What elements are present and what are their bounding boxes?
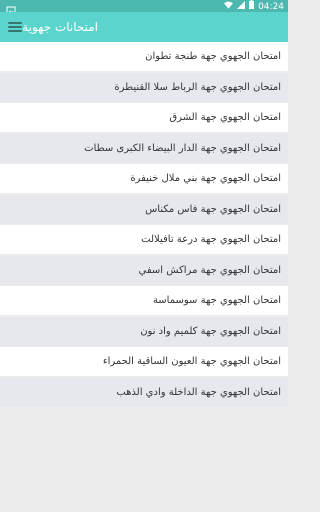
clock-time: 04:24 [258, 1, 284, 12]
list-item[interactable]: امتحان الجهوي جهة مراكش اسفي [0, 255, 288, 285]
list-item[interactable]: امتحان الجهوي جهة درعة تافيلالت [0, 225, 288, 254]
app-bar: امتحانات جهوية [0, 12, 288, 42]
list-item[interactable]: امتحان الجهوي جهة كلميم واد نون [0, 316, 288, 346]
list-item[interactable]: امتحان الجهوي جهة الداخلة وادي الذهب [0, 377, 288, 407]
list-item[interactable]: امتحان الجهوي جهة فاس مكناس [0, 194, 288, 224]
list-item[interactable]: امتحان الجهوي جهة سوسماسة [0, 286, 288, 315]
menu-icon[interactable] [8, 20, 22, 34]
list-item[interactable]: امتحان الجهوي جهة الدار البيضاء الكبرى س… [0, 133, 288, 163]
list-item[interactable]: امتحان الجهوي جهة العيون الساقية الحمراء [0, 347, 288, 376]
wifi-icon [224, 1, 234, 13]
list-item[interactable]: امتحان الجهوي جهة بني ملال خنيفرة [0, 164, 288, 193]
status-bar: 04:24 [0, 0, 288, 16]
page-title: امتحانات جهوية [22, 20, 98, 34]
list-item[interactable]: امتحان الجهوي جهة الرباط سلا القنيطرة [0, 72, 288, 102]
list-item[interactable]: امتحان الجهوي جهة الشرق [0, 103, 288, 132]
regions-list: امتحان الجهوي جهة طنجة تطوان امتحان الجه… [0, 42, 288, 408]
list-item[interactable]: امتحان الجهوي جهة طنجة تطوان [0, 42, 288, 71]
signal-icon [237, 0, 246, 13]
